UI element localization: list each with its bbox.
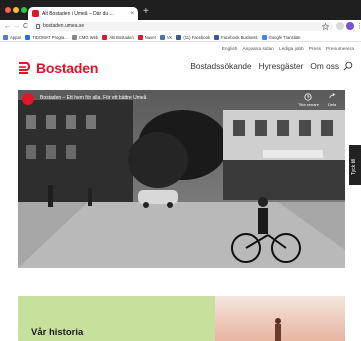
bookmarks-bar: Appar TIDOMAT Progra... CMG Web AB Bostaden… <box>0 33 361 42</box>
bostaden-logo-icon <box>19 62 31 74</box>
bookmark-icon <box>214 34 220 40</box>
watch-later-button[interactable]: Titta senare <box>298 93 319 107</box>
new-tab-button[interactable]: + <box>143 6 149 18</box>
hero-video-title: Bostaden – Ett hem för alla. För ett bät… <box>40 95 147 101</box>
reload-icon[interactable]: C <box>23 21 28 32</box>
share-icon <box>329 93 336 98</box>
browser-titlebar: Alt Bostaden i Umeå – Där du ... × + <box>0 0 361 20</box>
search-icon[interactable] <box>343 61 353 71</box>
nav-hyresgaster[interactable]: Hyresgäster <box>259 61 304 71</box>
address-bar-row: ← → C bostaden.umea.se ⋮ <box>0 20 361 33</box>
bookmark-item[interactable]: Google Translate <box>261 34 301 40</box>
hero-video[interactable]: Bostaden – Ett hem för alla. För ett bät… <box>18 90 345 268</box>
channel-logo-icon <box>22 93 34 105</box>
link-anpassa-sidan[interactable]: Anpassa sidan <box>242 47 273 52</box>
bookmark-item[interactable]: AB Bostaden <box>102 34 134 40</box>
share-button[interactable]: Dela <box>328 93 336 107</box>
bookmark-icon <box>137 34 143 40</box>
bookmark-label: (11) Facebook <box>183 34 211 40</box>
watch-later-label: Titta senare <box>298 102 319 107</box>
link-prenumerera[interactable]: Prenumerera <box>326 47 354 52</box>
bookmark-star-icon[interactable] <box>322 23 329 30</box>
bookmark-icon <box>159 34 165 40</box>
bookmark-icon <box>25 34 31 40</box>
lock-icon <box>36 24 40 29</box>
bookmark-item[interactable]: CMG Web <box>71 34 99 40</box>
bookmark-label: Facebook Business <box>221 34 258 40</box>
logo-text: Bostaden <box>36 60 99 76</box>
url-text: bostaden.umea.se <box>43 23 85 29</box>
extension-icon[interactable] <box>336 22 344 30</box>
bookmark-icon <box>176 34 182 40</box>
feedback-label: Tyck till <box>351 158 357 175</box>
bookmark-icon <box>102 34 108 40</box>
link-lediga-jobb[interactable]: Lediga jobb <box>279 47 304 52</box>
forward-icon[interactable]: → <box>13 21 20 32</box>
bookmark-item[interactable]: Navet <box>137 34 156 40</box>
bookmark-icon <box>3 34 8 40</box>
clock-icon <box>304 93 313 101</box>
bookmark-item[interactable]: Appar <box>3 34 22 40</box>
bookmark-label: AB Bostaden <box>109 34 134 40</box>
feedback-tab[interactable]: Tyck till <box>349 145 361 185</box>
maximize-window-button[interactable] <box>21 7 27 13</box>
minimize-window-button[interactable] <box>13 7 19 13</box>
close-window-button[interactable] <box>5 7 11 13</box>
bookmark-label: Appar <box>10 34 22 40</box>
bostaden-favicon-icon <box>32 10 39 17</box>
history-heading: Vår historia <box>31 327 84 338</box>
hero-street-photo <box>18 90 345 268</box>
back-icon[interactable]: ← <box>4 21 11 32</box>
history-section[interactable]: Vår historia <box>18 296 215 341</box>
tab-close-icon[interactable]: × <box>130 11 134 17</box>
bookmark-label: Navet <box>144 34 156 40</box>
nav-bostadssokande[interactable]: Bostadssökande <box>190 61 251 71</box>
bookmark-item[interactable]: Facebook Business <box>214 34 258 40</box>
nav-om-oss[interactable]: Om oss <box>310 61 339 71</box>
browser-tab[interactable]: Alt Bostaden i Umeå – Där du ... × <box>28 7 138 20</box>
sunset-image <box>215 296 345 341</box>
bookmark-label: VK <box>166 34 173 40</box>
link-english[interactable]: English <box>222 47 238 52</box>
main-navigation: Bostadssökande Hyresgäster Om oss <box>183 61 339 71</box>
profile-avatar-icon[interactable] <box>346 22 354 30</box>
bookmark-label: TIDOMAT Progra... <box>32 34 68 40</box>
tab-title: Alt Bostaden i Umeå – Där du ... <box>42 10 114 17</box>
bookmark-label: Google Translate <box>268 34 301 40</box>
site-logo[interactable]: Bostaden <box>18 60 98 76</box>
utility-links: English Anpassa sidan Lediga jobb Press … <box>217 47 354 52</box>
share-label: Dela <box>328 102 337 107</box>
link-press[interactable]: Press <box>309 47 321 52</box>
bookmark-icon <box>261 34 267 40</box>
browser-menu-icon[interactable]: ⋮ <box>356 21 361 32</box>
bookmark-label: CMG Web <box>78 34 99 40</box>
bookmark-icon <box>71 34 77 40</box>
bookmark-item[interactable]: TIDOMAT Progra... <box>25 34 68 40</box>
url-field[interactable]: bostaden.umea.se <box>33 22 333 31</box>
bookmark-item[interactable]: (11) Facebook <box>176 34 211 40</box>
bookmark-item[interactable]: VK <box>159 34 173 40</box>
